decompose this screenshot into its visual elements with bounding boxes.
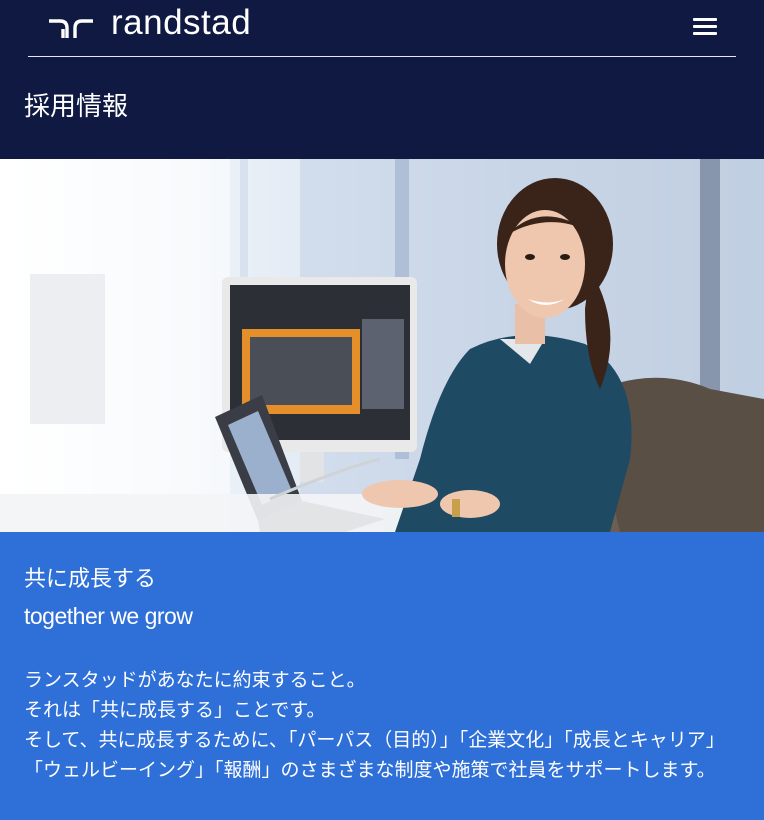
intro-paragraph: それは「共に成長する」ことです。 [24,699,326,721]
intro-paragraph: そして、共に成長するために、「パーパス（目的）」「企業文化」「成長とキャリア」「… [24,729,725,781]
hamburger-menu-button[interactable] [693,18,717,38]
hamburger-icon [693,18,717,35]
page-title: 採用情報 [24,92,129,122]
tagline-japanese: 共に成長する [24,567,157,592]
intro-paragraph: ランスタッドがあなたに約束すること。 [24,669,366,691]
tagline-english: together we grow [24,603,193,629]
hero-image [0,159,764,532]
hero-photo-illustration [0,159,764,532]
header-divider [28,56,736,57]
brand-name: randstad [111,3,252,42]
randstad-logo-icon [49,19,93,38]
intro-text: ランスタッドがあなたに約束すること。 それは「共に成長する」ことです。 そして、… [24,665,740,785]
site-header: randstad 採用情報 [0,0,764,159]
randstad-logo[interactable]: randstad [47,3,252,42]
